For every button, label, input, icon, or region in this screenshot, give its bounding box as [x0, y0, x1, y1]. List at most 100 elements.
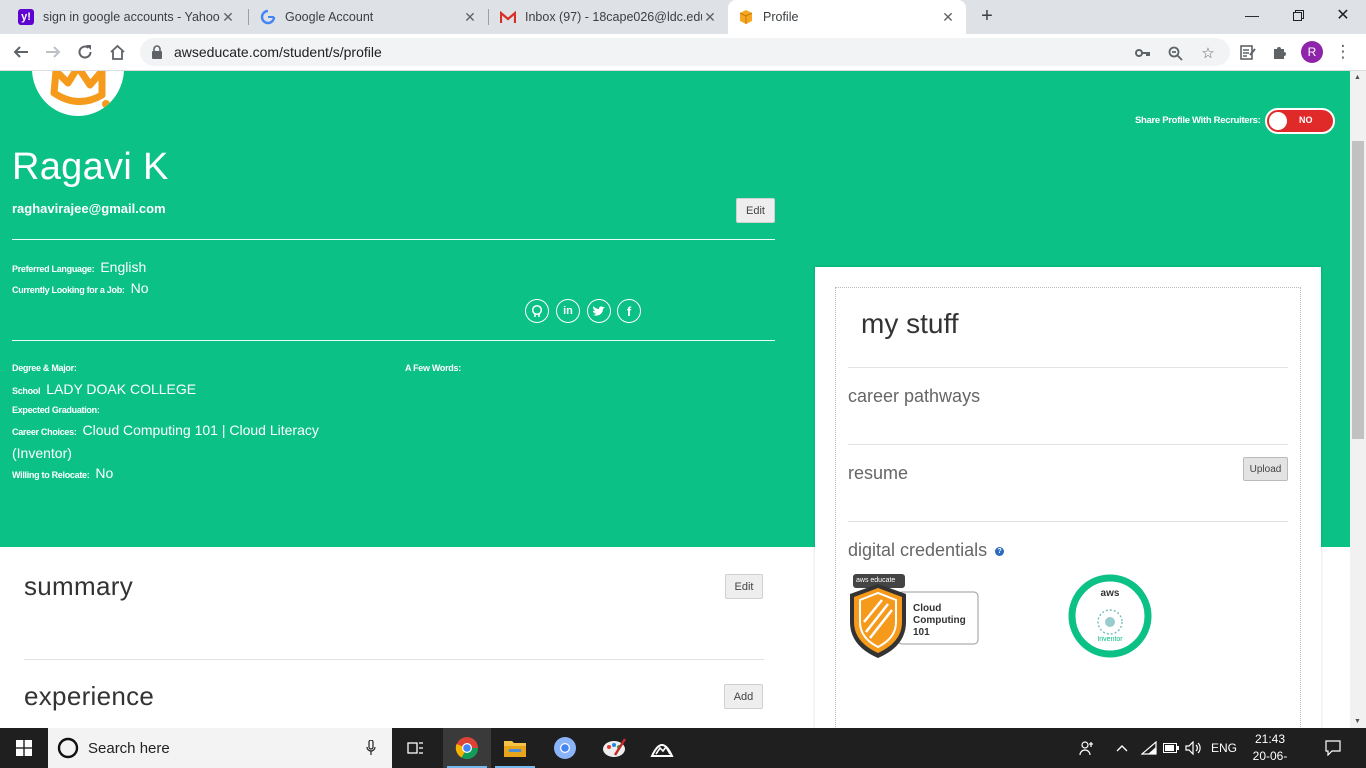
profile-email: raghavirajee@gmail.com — [12, 201, 166, 216]
tab-title: Inbox (97) - 18cape026@ldc.edu — [525, 10, 702, 24]
file-explorer-icon[interactable] — [491, 728, 539, 768]
close-icon[interactable]: ✕ — [220, 9, 236, 25]
school-label: School — [12, 386, 41, 396]
share-profile-toggle[interactable]: NO — [1265, 108, 1335, 134]
key-icon[interactable] — [1134, 44, 1152, 62]
profile-name: Ragavi K — [12, 146, 169, 188]
browser-toolbar: awseducate.com/student/s/profile ☆ R ⋮ — [0, 34, 1366, 71]
school-field: School LADY DOAK COLLEGE — [12, 381, 196, 397]
help-icon[interactable]: ? — [995, 546, 1005, 556]
back-arrow-icon[interactable] — [8, 39, 34, 65]
scroll-up-arrow-icon[interactable]: ▲ — [1354, 74, 1361, 81]
badge-inventor-text: Inventor — [1097, 636, 1123, 643]
relocate-field: Willing to Relocate: No — [12, 465, 113, 481]
taskbar-search-box[interactable]: Search here — [48, 728, 392, 768]
extensions-puzzle-icon[interactable] — [1267, 39, 1293, 65]
wifi-icon[interactable] — [1138, 728, 1160, 768]
preferred-language-value: English — [100, 259, 147, 275]
reload-icon[interactable] — [72, 39, 98, 65]
gmail-icon — [500, 9, 516, 25]
divider — [12, 340, 775, 341]
profile-avatar[interactable]: R — [1301, 41, 1323, 63]
inventor-badge[interactable]: aws Inventor — [1068, 574, 1152, 658]
divider — [12, 239, 775, 240]
twitter-icon[interactable] — [587, 299, 611, 323]
page-scrollbar[interactable]: ▲ ▼ — [1350, 71, 1366, 728]
bookmark-star-icon[interactable]: ☆ — [1199, 44, 1217, 62]
github-icon[interactable] — [525, 299, 549, 323]
cloud-computing-101-badge[interactable]: aws educate Cloud Computing 101 — [848, 574, 980, 660]
notifications-icon[interactable] — [1320, 728, 1346, 768]
task-view-icon[interactable] — [392, 728, 440, 768]
toggle-state-label: NO — [1299, 115, 1313, 125]
scrollbar-thumb[interactable] — [1352, 141, 1364, 439]
clock-date: 20-06-2020 — [1252, 749, 1288, 768]
reading-list-icon[interactable] — [1235, 39, 1261, 65]
volume-icon[interactable] — [1183, 728, 1205, 768]
tab-title: Google Account — [285, 10, 374, 24]
new-tab-button[interactable]: + — [976, 6, 998, 28]
few-words-label: A Few Words: — [405, 363, 461, 373]
looking-job-label: Currently Looking for a Job: — [12, 285, 125, 295]
chevron-up-icon[interactable] — [1112, 728, 1132, 768]
microphone-icon[interactable] — [366, 740, 376, 756]
restore-icon[interactable] — [1275, 0, 1321, 30]
people-icon[interactable] — [1076, 728, 1098, 768]
search-placeholder: Search here — [88, 740, 170, 757]
career-pathways-link[interactable]: career pathways — [848, 386, 980, 407]
tab-title: sign in google accounts - Yahoo — [43, 10, 220, 24]
tab-yahoo[interactable]: y! sign in google accounts - Yahoo ✕ — [8, 0, 246, 34]
zoom-icon[interactable] — [1166, 44, 1184, 62]
home-icon[interactable] — [104, 39, 130, 65]
edit-summary-button[interactable]: Edit — [725, 574, 763, 599]
badge-aws-text: aws — [1100, 588, 1120, 599]
school-value: LADY DOAK COLLEGE — [46, 381, 197, 397]
tab-separator — [488, 9, 489, 25]
aws-educate-logo — [32, 71, 124, 116]
badge-line-1: Cloud — [913, 603, 942, 614]
divider — [848, 367, 1288, 368]
close-icon[interactable]: ✕ — [462, 9, 478, 25]
divider — [24, 659, 764, 660]
preferred-language-field: Preferred Language: English — [12, 259, 146, 275]
forward-arrow-icon[interactable] — [40, 39, 66, 65]
minimize-icon[interactable]: — — [1229, 0, 1275, 30]
battery-icon[interactable] — [1160, 728, 1182, 768]
address-bar[interactable]: awseducate.com/student/s/profile ☆ — [140, 38, 1230, 66]
close-icon[interactable]: ✕ — [702, 9, 718, 25]
language-indicator[interactable]: ENG — [1208, 728, 1240, 768]
taskbar-clock[interactable]: 21:43 20-06-2020 — [1240, 731, 1300, 768]
experience-title: experience — [24, 681, 155, 711]
badge-brand-text: aws educate — [856, 577, 896, 584]
degree-label: Degree & Major: — [12, 363, 77, 373]
chrome-taskbar-icon[interactable] — [443, 728, 491, 768]
graduation-label: Expected Graduation: — [12, 405, 100, 415]
tab-google-account[interactable]: Google Account ✕ — [250, 0, 488, 34]
windows-taskbar: Search here ENG 21:43 20-06-2020 — [0, 728, 1366, 768]
windows-start-icon[interactable] — [0, 728, 48, 768]
digital-credentials-heading: digital credentials? — [848, 540, 1005, 561]
scroll-down-arrow-icon[interactable]: ▼ — [1354, 718, 1361, 725]
divider — [848, 521, 1288, 522]
relocate-value: No — [95, 465, 114, 481]
upload-resume-button[interactable]: Upload — [1243, 457, 1288, 481]
add-experience-button[interactable]: Add — [724, 684, 763, 709]
chrome-alt-taskbar-icon[interactable] — [541, 728, 589, 768]
close-icon[interactable]: ✕ — [940, 9, 956, 25]
my-stuff-inner: my stuff career pathways resume Upload d… — [835, 287, 1301, 728]
tab-profile[interactable]: Profile ✕ — [728, 0, 966, 34]
looking-job-field: Currently Looking for a Job: No — [12, 280, 149, 296]
tab-separator — [248, 9, 249, 25]
edit-profile-button[interactable]: Edit — [736, 198, 775, 223]
linkedin-icon[interactable]: in — [556, 299, 580, 323]
browser-menu-icon[interactable]: ⋮ — [1330, 39, 1356, 65]
url-text: awseducate.com/student/s/profile — [174, 44, 382, 60]
paint-app-icon[interactable] — [590, 728, 638, 768]
tab-gmail[interactable]: Inbox (97) - 18cape026@ldc.edu ✕ — [490, 0, 728, 34]
facebook-icon[interactable]: f — [617, 299, 641, 323]
yahoo-icon: y! — [18, 9, 34, 25]
window-close-icon[interactable]: ✕ — [1320, 0, 1366, 30]
clock-time: 21:43 — [1254, 732, 1286, 746]
photos-app-icon[interactable] — [638, 728, 686, 768]
badge-line-3: 101 — [913, 627, 930, 638]
